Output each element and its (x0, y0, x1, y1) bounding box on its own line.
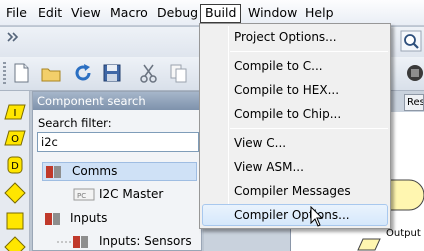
build-menu-dropdown: Project Options... Compile to C... Compi… (199, 23, 391, 229)
decision-shape-icon[interactable] (4, 182, 26, 204)
menu-item-view-asm[interactable]: View ASM... (202, 156, 388, 178)
menu-view[interactable]: View (67, 4, 105, 23)
switch-shape-icon[interactable] (4, 236, 26, 251)
panel-title: Component search (33, 92, 201, 110)
stop-icon[interactable] (404, 62, 424, 84)
flowchart-io-node[interactable] (357, 238, 381, 251)
copy-icon[interactable] (168, 62, 190, 84)
menu-debug[interactable]: Debug (153, 4, 202, 23)
menu-item-compile-to-c[interactable]: Compile to C... (202, 55, 388, 77)
io-shape-icon[interactable]: I (4, 104, 26, 120)
menu-item-compile-to-chip[interactable]: Compile to Chip... (202, 103, 388, 125)
component-group-icon (46, 166, 61, 178)
flowchart-shapes: I O D (4, 104, 26, 251)
tab-res[interactable]: Res (404, 94, 424, 111)
menu-file[interactable]: File (2, 4, 31, 23)
menu-help[interactable]: Help (301, 4, 338, 23)
sensors-group-icon (57, 236, 88, 248)
menu-item-view-c[interactable]: View C... (202, 132, 388, 154)
i2c-chip-icon: PC (73, 188, 95, 201)
svg-text:PC: PC (77, 192, 86, 200)
refresh-icon[interactable] (72, 62, 94, 84)
cut-icon[interactable] (138, 62, 160, 84)
menu-item-compile-to-hex[interactable]: Compile to HEX... (202, 79, 388, 101)
menu-macro[interactable]: Macro (106, 4, 152, 23)
zoom-icon[interactable] (400, 30, 422, 52)
svg-text:O: O (11, 134, 19, 145)
tab-res-label: Res (407, 97, 424, 108)
component-shape-strip: I O D (0, 91, 30, 251)
menu-window[interactable]: Window (244, 4, 301, 23)
tree-label-comms: Comms (72, 164, 118, 178)
menu-build[interactable]: Build (200, 4, 242, 23)
toolbar-grip[interactable] (3, 62, 6, 86)
menu-item-project-options[interactable]: Project Options... (202, 26, 388, 48)
flowchart-terminal-node[interactable] (391, 172, 424, 212)
delay-shape-icon[interactable]: D (7, 156, 23, 174)
tree-label-inputs-sensors: Inputs: Sensors (99, 234, 192, 248)
toolbar-chevron-icon[interactable] (0, 27, 30, 57)
menu-item-compiler-options[interactable]: Compiler Options... (202, 204, 388, 226)
menu-separator (230, 128, 388, 129)
search-filter-label: Search filter: (38, 116, 112, 130)
tree-label-inputs: Inputs (70, 211, 108, 225)
output-label: Output (386, 228, 421, 239)
output-shape-icon[interactable]: O (4, 130, 26, 146)
menu-edit[interactable]: Edit (34, 4, 66, 23)
loop-shape-icon[interactable] (6, 212, 24, 230)
save-icon[interactable] (101, 62, 123, 84)
menu-item-compiler-messages[interactable]: Compiler Messages (202, 180, 388, 202)
mouse-cursor-icon (310, 206, 324, 227)
tree-label-i2c-master: I2C Master (99, 187, 164, 201)
search-filter-input[interactable] (37, 132, 199, 152)
svg-text:D: D (11, 161, 19, 172)
inputs-group-icon (45, 213, 60, 225)
svg-text:I: I (14, 108, 17, 119)
component-search-panel: Component search Search filter: Comms PC… (32, 91, 202, 251)
open-folder-icon[interactable] (40, 62, 62, 84)
menu-separator (230, 51, 388, 52)
tree-item-comms[interactable]: Comms (42, 162, 197, 181)
new-file-icon[interactable] (10, 62, 32, 84)
